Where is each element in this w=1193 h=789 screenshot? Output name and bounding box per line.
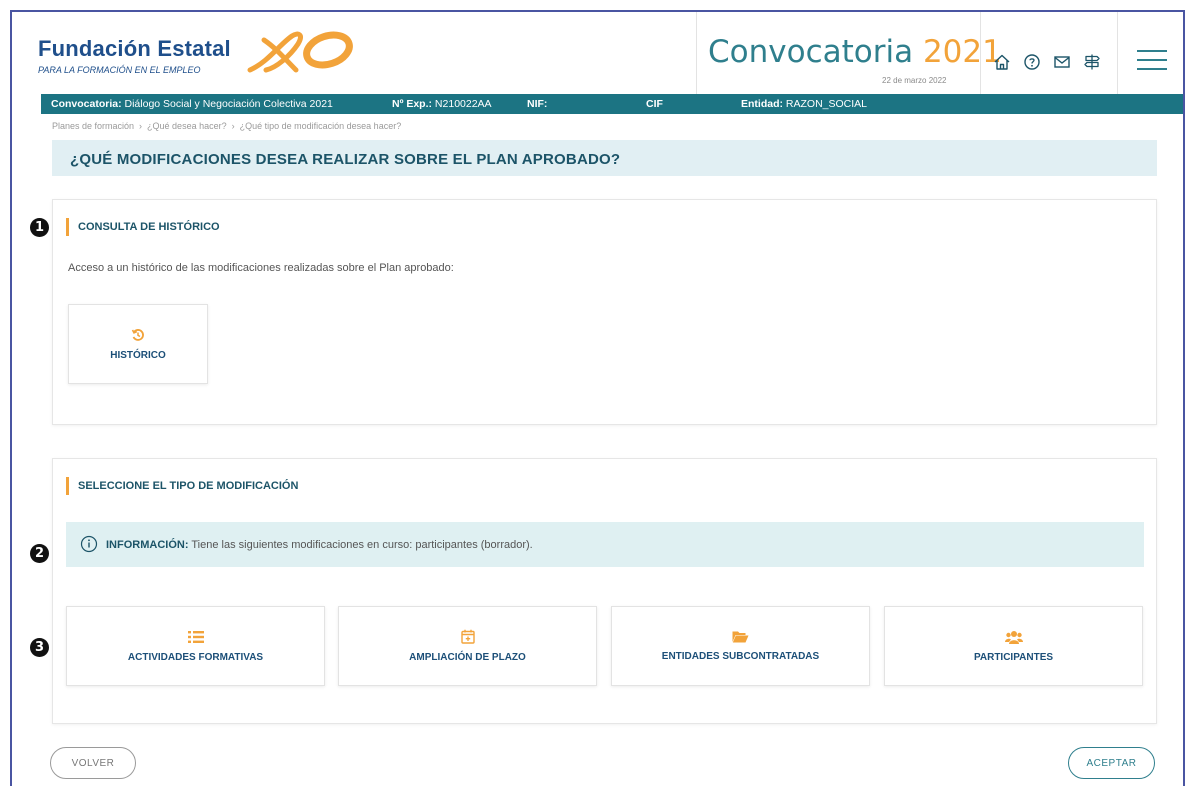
ampliacion-plazo-button[interactable]: AMPLIACIÓN DE PLAZO <box>338 606 597 686</box>
logo-subtitle: PARA LA FORMACIÓN EN EL EMPLEO <box>38 65 201 75</box>
history-icon <box>131 328 144 341</box>
expedient-number: Nº Exp.: N210022AA <box>392 98 492 110</box>
header: Fundación Estatal PARA LA FORMACIÓN EN E… <box>12 12 1183 94</box>
calendar-plus-icon <box>460 629 475 644</box>
mail-icon[interactable] <box>1052 52 1072 72</box>
convocatoria-word: Convocatoria <box>708 34 923 70</box>
participantes-label: PARTICIPANTES <box>973 651 1054 663</box>
breadcrumb-item[interactable]: Planes de formación <box>52 121 134 131</box>
users-icon <box>1004 630 1023 644</box>
home-icon[interactable] <box>992 52 1012 72</box>
breadcrumb: Planes de formación › ¿Qué desea hacer? › ¿Q… <box>52 121 402 131</box>
page-title: ¿QUÉ MODIFICACIONES DESEA REALIZAR SOBRE… <box>70 151 621 168</box>
participantes-button[interactable]: PARTICIPANTES <box>884 606 1143 686</box>
actividades-formativas-button[interactable]: ACTIVIDADES FORMATIVAS <box>66 606 325 686</box>
volver-button[interactable]: VOLVER <box>50 747 136 779</box>
step-marker-1: 1 <box>30 218 49 237</box>
header-divider <box>696 12 697 94</box>
historico-description: Acceso a un histórico de las modificacio… <box>68 262 454 274</box>
nif-label: NIF: <box>527 98 548 110</box>
entidades-subcontratadas-label: ENTIDADES SUBCONTRATADAS <box>661 651 820 662</box>
entidades-subcontratadas-button[interactable]: ENTIDADES SUBCONTRATADAS <box>611 606 870 686</box>
entidad-info: Entidad: RAZON_SOCIAL <box>741 98 868 110</box>
list-icon <box>187 630 204 643</box>
logo-mark-icon <box>247 31 353 73</box>
breadcrumb-item[interactable]: ¿Qué desea hacer? <box>147 121 227 131</box>
cif-label: CIF <box>646 98 663 110</box>
historico-panel: CONSULTA DE HISTÓRICO Acceso a un histór… <box>52 199 1157 425</box>
breadcrumb-item: ¿Qué tipo de modificación desea hacer? <box>239 121 402 131</box>
step-marker-3: 3 <box>30 638 49 657</box>
convocatoria-year: 2021 <box>922 34 1002 70</box>
help-icon[interactable] <box>1022 52 1042 72</box>
info-icon <box>80 535 98 553</box>
modificacion-section-title: SELECCIONE EL TIPO DE MODIFICACIÓN <box>66 477 298 495</box>
historico-section-title: CONSULTA DE HISTÓRICO <box>66 218 220 236</box>
menu-icon[interactable] <box>1137 50 1167 72</box>
ampliacion-plazo-label: AMPLIACIÓN DE PLAZO <box>409 652 526 663</box>
historico-button[interactable]: HISTÓRICO <box>68 304 208 384</box>
header-divider <box>1117 12 1118 94</box>
header-divider <box>980 12 981 94</box>
modificacion-panel: SELECCIONE EL TIPO DE MODIFICACIÓN INFOR… <box>52 458 1157 724</box>
convocatoria-title: Convocatoria 2021 <box>708 34 1002 70</box>
expedient-info-bar: Convocatoria: Diálogo Social y Negociaci… <box>41 94 1183 114</box>
step-marker-2: 2 <box>30 544 49 563</box>
info-alert: INFORMACIÓN: Tiene las siguientes modifi… <box>66 522 1144 567</box>
signpost-icon[interactable] <box>1082 52 1102 72</box>
page-title-bar: ¿QUÉ MODIFICACIONES DESEA REALIZAR SOBRE… <box>52 140 1157 176</box>
info-alert-message: Tiene las siguientes modificaciones en c… <box>188 539 533 551</box>
folder-open-icon <box>732 631 749 643</box>
convocatoria-info: Convocatoria: Diálogo Social y Negociaci… <box>51 98 333 110</box>
info-alert-text: INFORMACIÓN: Tiene las siguientes modifi… <box>106 539 533 551</box>
convocatoria-date: 22 de marzo 2022 <box>882 76 947 85</box>
actividades-formativas-label: ACTIVIDADES FORMATIVAS <box>127 651 264 663</box>
historico-button-label: HISTÓRICO <box>110 349 166 361</box>
info-alert-label: INFORMACIÓN: <box>106 539 189 551</box>
aceptar-button[interactable]: ACEPTAR <box>1068 747 1155 779</box>
app-frame: Fundación Estatal PARA LA FORMACIÓN EN E… <box>10 10 1185 786</box>
logo[interactable]: Fundación Estatal PARA LA FORMACIÓN EN E… <box>38 36 231 75</box>
logo-title: Fundación Estatal <box>38 36 231 61</box>
header-icons <box>992 52 1102 72</box>
